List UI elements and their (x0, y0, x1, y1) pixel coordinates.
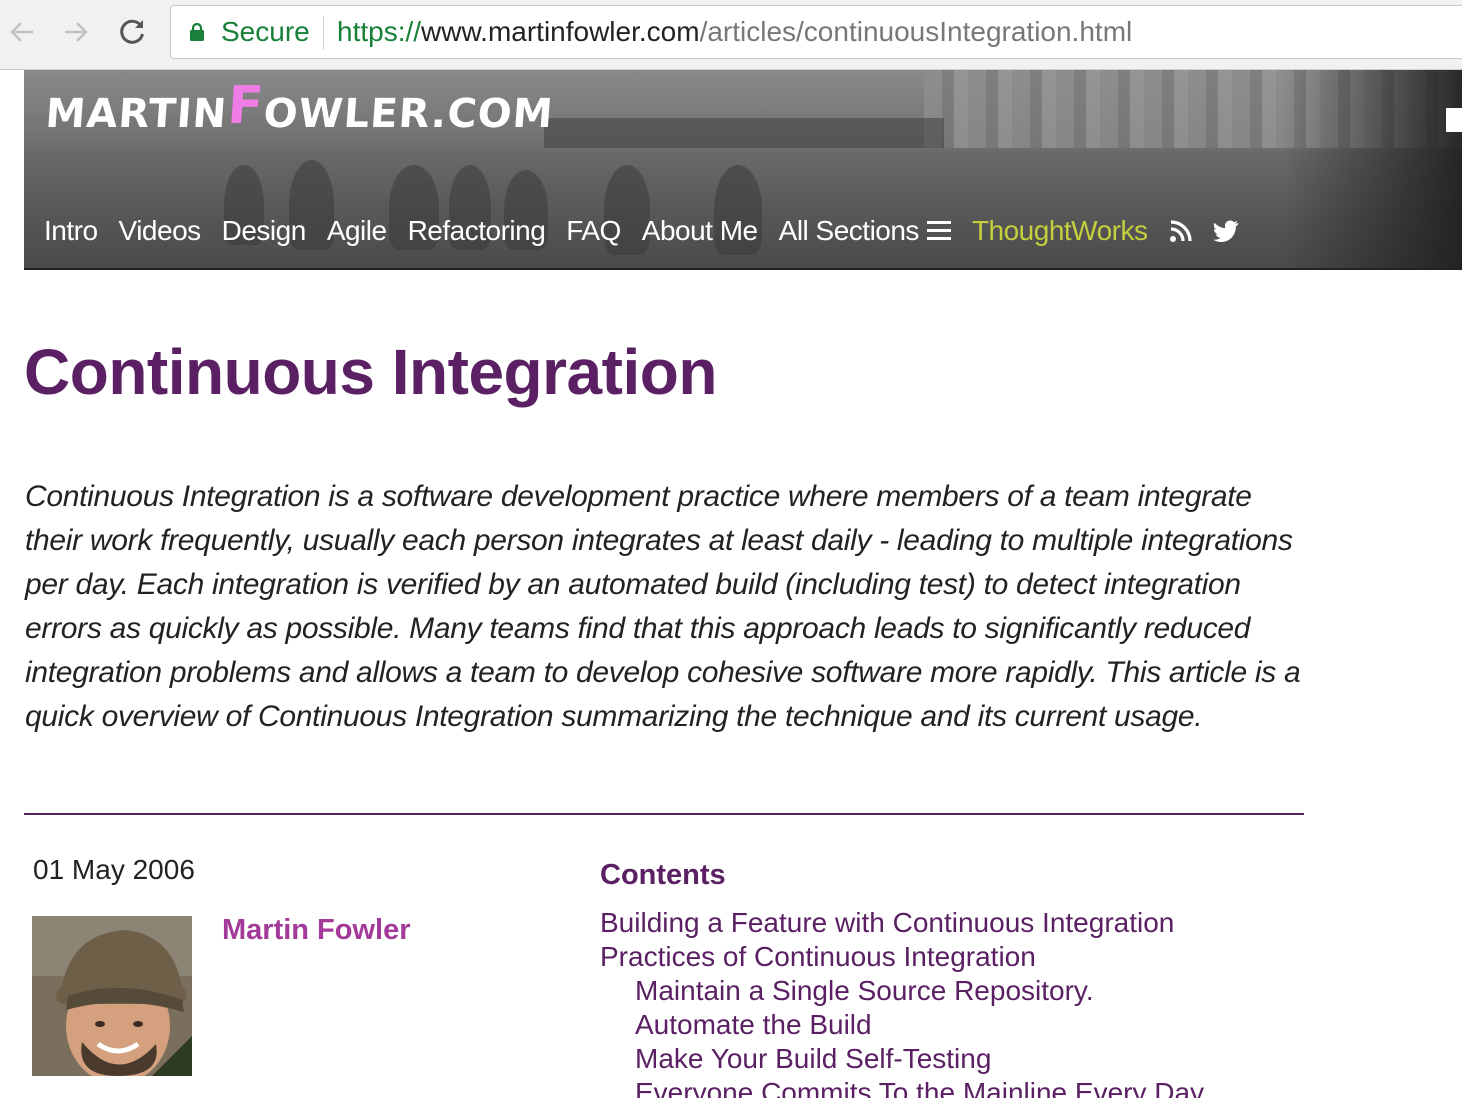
nav-design[interactable]: Design (222, 215, 307, 247)
nav-videos[interactable]: Videos (119, 215, 202, 247)
toc-link[interactable]: Make Your Build Self-Testing (635, 1043, 991, 1074)
reload-button[interactable] (112, 12, 152, 52)
author-link[interactable]: Martin Fowler (222, 914, 411, 947)
back-button[interactable] (2, 12, 42, 52)
table-of-contents: Building a Feature with Continuous Integ… (600, 906, 1204, 1098)
arrow-left-icon (10, 22, 33, 42)
abstract-divider (24, 813, 1304, 815)
site-logo[interactable]: MARTINFOWLER.COM (44, 76, 556, 140)
toc-item: Building a Feature with Continuous Integ… (600, 906, 1204, 940)
url-host: www.martinfowler.com (421, 16, 700, 47)
nav-agile[interactable]: Agile (327, 215, 387, 247)
toc-link[interactable]: Everyone Commits To the Mainline Every D… (635, 1077, 1204, 1098)
forward-button[interactable] (56, 12, 96, 52)
site-header: MARTINFOWLER.COM Intro Videos Design Agi… (24, 70, 1462, 270)
arrow-right-icon (65, 22, 88, 42)
author-photo[interactable] (32, 916, 192, 1076)
toc-link[interactable]: Practices of Continuous Integration (600, 941, 1036, 972)
twitter-icon (1212, 220, 1238, 242)
nav-all-sections[interactable]: All Sections (779, 215, 951, 247)
toc-subitem: Automate the Build (600, 1008, 1204, 1042)
toc-link[interactable]: Automate the Build (635, 1009, 872, 1040)
contents-heading: Contents (600, 859, 726, 891)
toc-link[interactable]: Building a Feature with Continuous Integ… (600, 907, 1174, 938)
lock-icon (190, 23, 204, 41)
logo-text-accent: F (225, 76, 267, 136)
url-path: /articles/continuousIntegration.html (699, 16, 1133, 47)
browser-toolbar: Secure https://www.martinfowler.com/arti… (0, 0, 1462, 70)
secure-label: Secure (221, 16, 310, 47)
publish-date: 01 May 2006 (33, 854, 195, 885)
article-abstract: Continuous Integration is a software dev… (25, 480, 1301, 733)
url-text[interactable]: https://www.martinfowler.com/articles/co… (337, 16, 1132, 48)
logo-text-post: OWLER.COM (262, 91, 556, 137)
nav-refactoring[interactable]: Refactoring (408, 215, 546, 247)
nav-all-sections-label: All Sections (778, 215, 920, 246)
rss-link[interactable] (1169, 219, 1193, 243)
toc-item: Practices of Continuous Integration (600, 940, 1204, 974)
url-scheme: https:// (337, 16, 422, 47)
banner-shade (1282, 70, 1462, 268)
address-bar[interactable]: Secure https://www.martinfowler.com/arti… (170, 5, 1462, 59)
twitter-link[interactable] (1212, 220, 1239, 242)
reload-icon (120, 19, 144, 44)
banner-white-block (1446, 108, 1462, 132)
toc-link[interactable]: Maintain a Single Source Repository. (635, 975, 1094, 1006)
toc-subitem: Make Your Build Self-Testing (600, 1042, 1204, 1076)
omnibox-divider (323, 16, 324, 50)
toc-subitem: Maintain a Single Source Repository. (600, 974, 1204, 1008)
author-portrait (32, 916, 192, 1076)
banner-dock (544, 118, 944, 148)
page-title: Continuous Integration (24, 336, 717, 408)
nav-thoughtworks[interactable]: ThoughtWorks (972, 215, 1148, 247)
site-nav: Intro Videos Design Agile Refactoring FA… (44, 215, 1259, 247)
hamburger-icon (926, 220, 951, 241)
nav-about-me[interactable]: About Me (642, 215, 758, 247)
rss-icon (1169, 220, 1192, 242)
logo-text-pre: MARTIN (44, 91, 229, 137)
nav-faq[interactable]: FAQ (566, 215, 621, 247)
toc-subitem: Everyone Commits To the Mainline Every D… (600, 1076, 1204, 1098)
nav-intro[interactable]: Intro (44, 215, 98, 247)
